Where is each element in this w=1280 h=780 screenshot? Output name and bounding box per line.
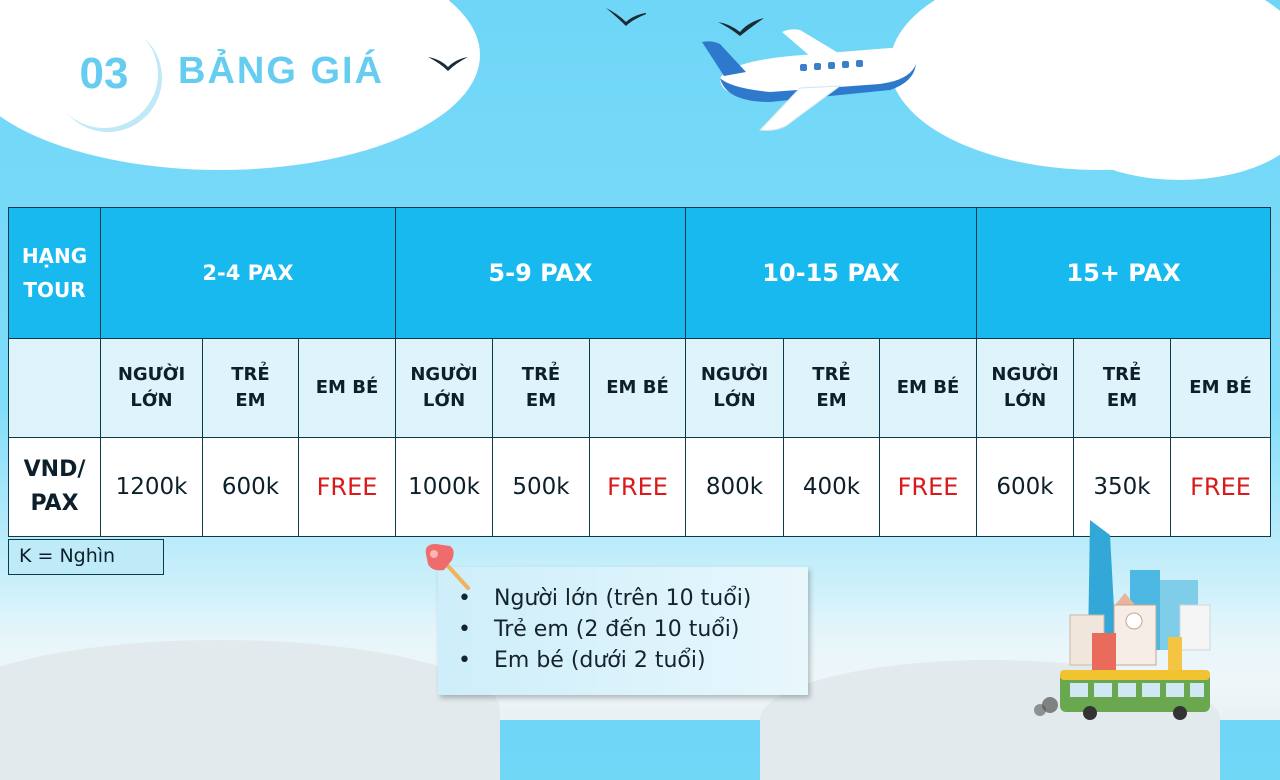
rank-header: HẠNG TOUR	[8, 207, 101, 339]
bird-icon	[428, 57, 468, 71]
unit-note: K = Nghìn	[8, 539, 164, 575]
page-title: BẢNG GIÁ	[178, 50, 384, 92]
group-header-5-9: 5-9 PAX	[395, 207, 687, 339]
legend-item: • Em bé (dưới 2 tuổi)	[448, 645, 808, 676]
price-cell: 800k	[685, 437, 785, 537]
bullet: •	[458, 648, 471, 673]
pushpin-icon	[425, 544, 470, 590]
age-legend-box: • Người lớn (trên 10 tuổi) • Trẻ em (2 đến…	[438, 567, 808, 695]
city-bus-icon	[1034, 520, 1211, 720]
rank-label-line1: HẠNG	[21, 244, 88, 268]
price-cell: 400k	[783, 437, 881, 537]
adult-header: NGƯỜI LỚN	[395, 338, 494, 438]
price-cell-free: FREE	[589, 437, 687, 537]
group-header-row: HẠNG TOUR 2-4 PAX 5-9 PAX 10-15 PAX 15+ …	[8, 207, 1272, 339]
baby-header: EM BÉ	[879, 338, 978, 438]
child-header: TRẺ EM	[202, 338, 299, 438]
baby-header: EM BÉ	[297, 338, 397, 438]
price-cell-free: FREE	[879, 437, 978, 537]
adult-header: NGƯỜI LỚN	[100, 338, 203, 438]
adult-header: NGƯỜI LỚN	[976, 338, 1075, 438]
child-header: TRẺ EM	[1073, 338, 1172, 438]
baby-header: EM BÉ	[589, 338, 687, 438]
price-cell: 1000k	[395, 437, 494, 537]
empty-cell	[8, 338, 101, 438]
price-cell: 1200k	[100, 437, 203, 537]
price-cell-free: FREE	[297, 437, 397, 537]
group-header-2-4: 2-4 PAX	[99, 207, 397, 339]
price-cell: 600k	[202, 437, 299, 537]
rank-label-line2: TOUR	[23, 278, 86, 302]
child-header: TRẺ EM	[783, 338, 881, 438]
price-table: HẠNG TOUR 2-4 PAX 5-9 PAX 10-15 PAX 15+ …	[8, 207, 1272, 537]
price-cell: 500k	[492, 437, 591, 537]
section-number-badge: 03	[50, 20, 158, 128]
baby-header: EM BÉ	[1170, 338, 1272, 438]
bird-icon	[606, 8, 646, 26]
group-header-15-plus: 15+ PAX	[976, 207, 1272, 339]
group-header-10-15: 10-15 PAX	[685, 207, 978, 339]
price-unit-label: VND/ PAX	[8, 437, 101, 537]
child-header: TRẺ EM	[492, 338, 591, 438]
legend-item: • Trẻ em (2 đến 10 tuổi)	[448, 614, 808, 645]
legend-item: • Người lớn (trên 10 tuổi)	[448, 583, 808, 614]
category-header-row: NGƯỜI LỚN TRẺ EM EM BÉ NGƯỜI LỚN TRẺ EM EM B…	[8, 338, 1272, 438]
adult-header: NGƯỜI LỚN	[685, 338, 785, 438]
bullet: •	[458, 617, 471, 642]
section-number: 03	[79, 49, 129, 98]
airplane-icon	[702, 29, 917, 131]
